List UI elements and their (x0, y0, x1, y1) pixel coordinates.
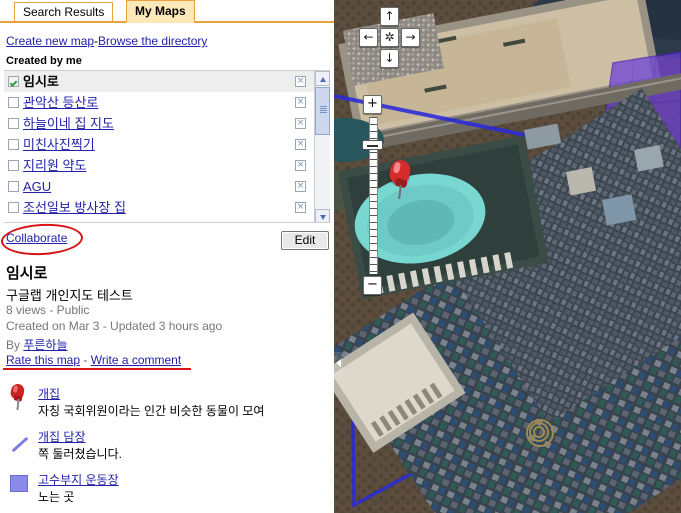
remove-map-button[interactable]: × (295, 118, 306, 129)
map-name-link[interactable]: 하늘이네 집 지도 (23, 116, 114, 131)
map-name-link[interactable]: 미친사진찍기 (23, 137, 95, 152)
polygon-icon (8, 470, 32, 498)
polygon-swatch (10, 475, 28, 492)
map-name-link[interactable]: 임시로 (23, 74, 59, 89)
edit-button[interactable]: Edit (281, 231, 329, 250)
marker-needle (398, 184, 402, 200)
remove-map-button[interactable]: × (295, 160, 306, 171)
zoom-out-button[interactable]: − (363, 276, 382, 295)
rate-separator: - (80, 353, 91, 367)
map-visibility-checkbox[interactable] (8, 118, 19, 129)
zoom-in-button[interactable]: + (363, 95, 382, 114)
chevron-up-icon (320, 77, 326, 82)
map-description: 구글랩 개인지도 테스트 (6, 288, 133, 303)
feature-name-link[interactable]: 개집 담장 (38, 428, 86, 445)
google-my-maps-screen: Search Results My Maps Create new map-Br… (0, 0, 681, 513)
satellite-map-image (334, 0, 681, 513)
line-icon (8, 427, 32, 455)
scroll-up-button[interactable] (315, 71, 330, 86)
pan-up-button[interactable]: ↑ (380, 7, 399, 26)
pan-down-button[interactable]: ↓ (380, 49, 399, 68)
map-list-item[interactable]: 조선일보 방사장 집 × (4, 197, 314, 218)
collaborate-link[interactable]: Collaborate (6, 231, 67, 245)
map-visibility-checkbox[interactable] (8, 160, 19, 171)
map-name-link[interactable]: 조선일보 방사장 집 (23, 200, 126, 215)
feature-list-item[interactable]: 개집 담장쪽 둘러쳤습니다. (0, 425, 334, 468)
map-views-visibility: 8 views - Public (6, 303, 90, 317)
map-author-line: By 푸른하늘 (6, 336, 68, 353)
pin-needle (16, 398, 20, 411)
map-name-link[interactable]: 관악산 등산로 (23, 95, 98, 110)
remove-map-button[interactable]: × (295, 202, 306, 213)
feature-description: 노는 곳 (38, 490, 75, 504)
tab-bar: Search Results My Maps (0, 0, 334, 23)
map-list-item[interactable]: 지리원 약도 × (4, 155, 314, 176)
feature-name-link[interactable]: 개집 (38, 385, 60, 402)
map-title: 임시로 (6, 265, 48, 282)
map-visibility-checkbox[interactable] (8, 97, 19, 108)
feature-name-link[interactable]: 고수부지 운동장 (38, 471, 119, 488)
map-visibility-checkbox[interactable] (8, 181, 19, 192)
feature-description: 쪽 둘러쳤습니다. (38, 447, 122, 461)
author-link[interactable]: 푸른하늘 (23, 338, 67, 352)
remove-map-button[interactable]: × (295, 76, 306, 87)
rate-this-map-link[interactable]: Rate this map (6, 353, 80, 367)
list-scrollbar[interactable] (314, 71, 330, 222)
map-visibility-checkbox[interactable] (8, 139, 19, 150)
map-dates: Created on Mar 3 - Updated 3 hours ago (6, 319, 223, 333)
tab-search-results[interactable]: Search Results (14, 2, 114, 21)
pan-left-button[interactable]: ← (359, 28, 378, 47)
chevron-left-icon (336, 359, 341, 367)
map-pushpin-marker[interactable] (386, 157, 416, 200)
my-maps-list-inner: 임시로 × 관악산 등산로 × 하늘이네 집 지도 × 미친사진찍기 × 지리원 약도 × AGU ×… (4, 71, 314, 218)
map-list-item[interactable]: 관악산 등산로 × (4, 92, 314, 113)
pan-right-button[interactable]: → (401, 28, 420, 47)
map-list-item[interactable]: AGU × (4, 176, 314, 197)
my-maps-list: 임시로 × 관악산 등산로 × 하늘이네 집 지도 × 미친사진찍기 × 지리원 약도 × AGU ×… (4, 70, 330, 223)
recenter-button[interactable]: ✲ (380, 28, 399, 47)
write-a-comment-link[interactable]: Write a comment (91, 353, 181, 367)
map-list-item[interactable]: 임시로 × (4, 71, 314, 92)
map-visibility-checkbox[interactable] (8, 76, 19, 87)
feature-list: 개집자칭 국회위원이라는 인간 비슷한 동물이 모여개집 담장쪽 둘러쳤습니다.… (0, 382, 334, 511)
feature-description: 자칭 국회위원이라는 인간 비슷한 동물이 모여 (38, 404, 265, 418)
by-prefix: By (6, 338, 24, 352)
section-heading-created-by-me: Created by me (6, 55, 82, 67)
panel-collapse-handle[interactable] (334, 352, 343, 374)
feature-list-item[interactable]: 개집자칭 국회위원이라는 인간 비슷한 동물이 모여 (0, 382, 334, 425)
tab-my-maps[interactable]: My Maps (126, 0, 195, 23)
line-stroke (11, 436, 29, 453)
rate-comment-links: Rate this map - Write a comment (6, 353, 181, 367)
remove-map-button[interactable]: × (295, 97, 306, 108)
map-pan-controls: ↑ ← ✲ → ↓ (359, 7, 420, 68)
remove-map-button[interactable]: × (295, 139, 306, 150)
map-list-item[interactable]: 미친사진찍기 × (4, 134, 314, 155)
create-new-map-link[interactable]: Create new map (6, 34, 94, 48)
map-name-link[interactable]: AGU (23, 179, 51, 194)
scroll-down-button[interactable] (315, 209, 330, 222)
left-panel: Search Results My Maps Create new map-Br… (0, 0, 334, 513)
remove-map-button[interactable]: × (295, 181, 306, 192)
scrollbar-thumb[interactable] (315, 87, 330, 135)
zoom-slider-thumb[interactable] (362, 140, 383, 150)
map-list-item[interactable]: 하늘이네 집 지도 × (4, 113, 314, 134)
browse-directory-link[interactable]: Browse the directory (98, 34, 207, 48)
rate-comment-annotation-underline (3, 368, 191, 370)
pushpin-icon (8, 382, 32, 412)
chevron-down-icon (320, 215, 326, 220)
map-name-link[interactable]: 지리원 약도 (23, 158, 86, 173)
top-links: Create new map-Browse the directory (6, 34, 207, 48)
map-viewport[interactable]: ↑ ← ✲ → ↓ + − (334, 0, 681, 513)
map-visibility-checkbox[interactable] (8, 202, 19, 213)
feature-list-item[interactable]: 고수부지 운동장노는 곳 (0, 468, 334, 511)
